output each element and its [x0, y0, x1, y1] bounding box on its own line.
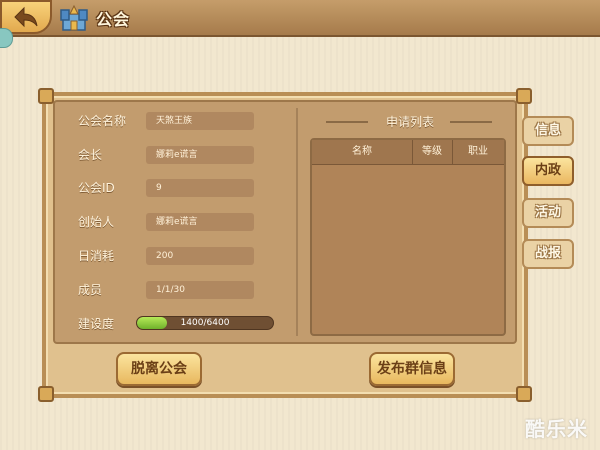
panel-corner-ornament: [38, 88, 54, 104]
guild-id-value: 9: [146, 179, 254, 197]
construction-label: 建设度: [78, 317, 115, 331]
tab-battle-report[interactable]: 战报: [522, 239, 574, 269]
guild-name-label: 公会名称: [78, 114, 127, 128]
title-ornament-right: [450, 121, 492, 123]
panel-corner-ornament: [516, 386, 532, 402]
construction-value: 1400/6400: [180, 318, 230, 328]
guild-id-label: 公会ID: [78, 181, 115, 195]
construction-progress-bar: 1400/6400: [136, 316, 274, 330]
column-level: 等级: [422, 146, 442, 157]
guild-name-row: 公会名称 天煞王族: [78, 111, 278, 131]
panel-corner-ornament: [38, 386, 54, 402]
founder-row: 创始人 娜莉e谎言: [78, 212, 278, 232]
daily-cost-value: 200: [146, 247, 254, 265]
members-value: 1/1/30: [146, 281, 254, 299]
founder-label: 创始人: [78, 215, 115, 229]
column-class: 职业: [468, 146, 488, 157]
leader-row: 会长 娜莉e谎言: [78, 145, 278, 165]
side-indicator: [0, 28, 13, 48]
column-divider: [296, 108, 298, 336]
construction-row: 建设度 1400/6400: [78, 314, 278, 334]
guild-name-value: 天煞王族: [146, 112, 254, 130]
tab-info[interactable]: 信息: [522, 116, 574, 146]
application-list-title: 申请列表: [385, 115, 434, 129]
members-row: 成员 1/1/30: [78, 280, 278, 300]
leader-value: 娜莉e谎言: [146, 146, 254, 164]
daily-cost-label: 日消耗: [78, 249, 115, 263]
daily-cost-row: 日消耗 200: [78, 246, 278, 266]
page-title: 公会: [96, 10, 131, 29]
guild-castle-icon: [58, 3, 90, 33]
title-area: 公会: [58, 3, 130, 33]
panel-corner-ornament: [516, 88, 532, 104]
column-name: 名称: [352, 146, 372, 157]
application-list[interactable]: 名称 等级 职业: [310, 138, 506, 336]
leader-label: 会长: [78, 148, 103, 162]
tab-internal-affairs[interactable]: 内政: [522, 156, 574, 186]
members-label: 成员: [78, 283, 103, 297]
top-bar: 公会: [0, 0, 600, 48]
application-list-columns: 名称 等级 职业: [312, 140, 504, 165]
watermark: 酷乐米: [525, 417, 588, 441]
broadcast-message-button[interactable]: 发布群信息: [369, 352, 455, 386]
guild-id-row: 公会ID 9: [78, 178, 278, 198]
back-arrow-icon: [14, 6, 38, 28]
title-ornament-left: [326, 121, 368, 123]
founder-value: 娜莉e谎言: [146, 213, 254, 231]
leave-guild-button[interactable]: 脱离公会: [116, 352, 202, 386]
application-list-header: 申请列表: [310, 112, 506, 132]
tab-activities[interactable]: 活动: [522, 198, 574, 228]
